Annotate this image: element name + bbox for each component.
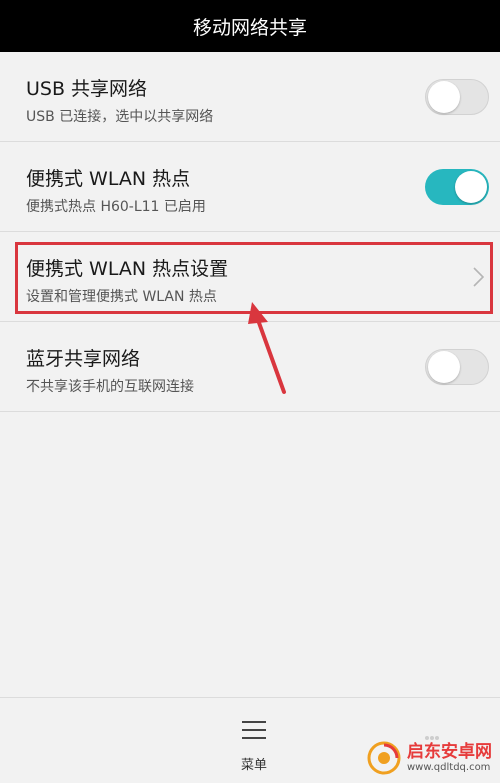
row-subtitle: 不共享该手机的互联网连接 (26, 379, 194, 395)
annotation-arrow-icon (248, 302, 286, 394)
toggle-knob (428, 351, 460, 383)
row-title: 蓝牙共享网络 (26, 348, 141, 370)
menu-icon[interactable] (242, 720, 266, 740)
title-bar: 移动网络共享 (0, 0, 500, 52)
row-title: USB 共享网络 (26, 78, 148, 100)
watermark-logo-icon (367, 741, 401, 775)
row-subtitle: 便携式热点 H60-L11 已启用 (26, 199, 206, 215)
usb-tethering-toggle[interactable] (425, 79, 489, 115)
row-title: 便携式 WLAN 热点 (26, 168, 191, 190)
watermark-title: 启东安卓网 (407, 741, 492, 762)
toggle-knob (455, 171, 487, 203)
row-subtitle: USB 已连接，选中以共享网络 (26, 109, 214, 125)
watermark: 启东安卓网 www.qdltdq.com (367, 740, 492, 776)
watermark-url: www.qdltdq.com (407, 761, 491, 773)
toggle-knob (428, 81, 460, 113)
bluetooth-tethering-toggle[interactable] (425, 349, 489, 385)
wlan-hotspot-row[interactable]: 便携式 WLAN 热点 便携式热点 H60-L11 已启用 (0, 142, 500, 232)
usb-tethering-row[interactable]: USB 共享网络 USB 已连接，选中以共享网络 (0, 52, 500, 142)
wlan-hotspot-toggle[interactable] (425, 169, 489, 205)
page-title: 移动网络共享 (192, 16, 307, 39)
